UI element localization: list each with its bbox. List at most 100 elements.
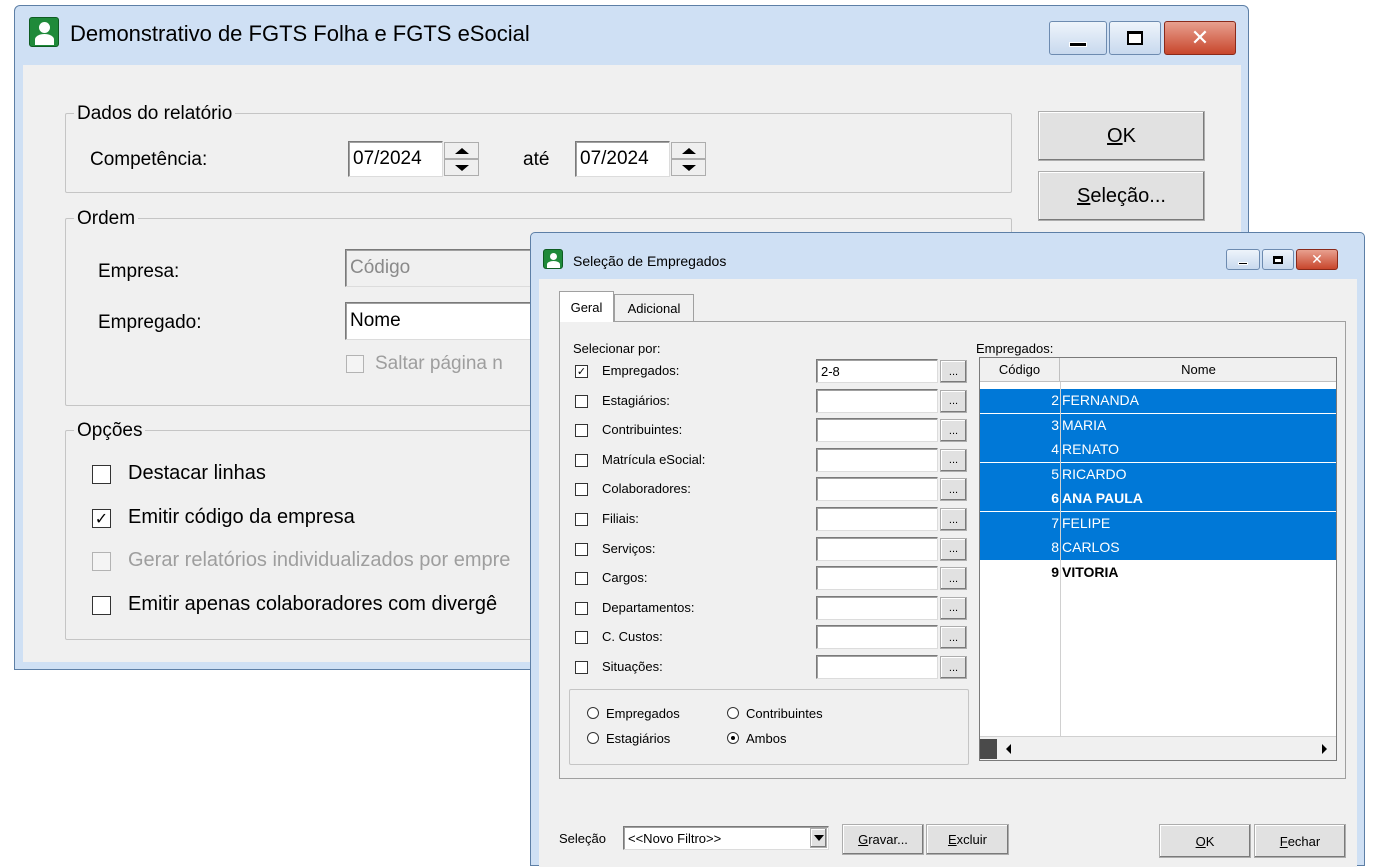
criteria-checkbox[interactable]: ✓ bbox=[575, 365, 588, 378]
criteria-input[interactable] bbox=[816, 536, 938, 561]
criteria-checkbox[interactable] bbox=[575, 631, 588, 645]
criteria-input[interactable] bbox=[816, 507, 938, 531]
radio-estagiarios[interactable] bbox=[587, 732, 599, 744]
employee-grid[interactable]: Código Nome 2 FERNANDA 3 MARIA 4 RENATO 5 RICAR… bbox=[979, 357, 1337, 761]
table-row[interactable]: 3 MARIA bbox=[980, 413, 1336, 438]
dialog-maximize-button[interactable] bbox=[1262, 249, 1294, 270]
criteria-browse-button[interactable]: ... bbox=[940, 567, 967, 591]
radio-ambos[interactable] bbox=[727, 732, 739, 744]
competencia-from-field[interactable]: 07/2024 bbox=[348, 141, 443, 177]
maximize-button[interactable] bbox=[1109, 21, 1161, 55]
dialog-close-button[interactable]: ✕ bbox=[1296, 249, 1338, 270]
excluir-hotkey: E bbox=[947, 832, 957, 847]
criteria-input[interactable] bbox=[816, 595, 938, 620]
dialog-ok-hotkey: O bbox=[1195, 833, 1206, 849]
ok-button[interactable]: OK bbox=[1038, 111, 1205, 161]
empresa-label: Empresa: bbox=[98, 261, 180, 282]
criteria-browse-button[interactable]: ... bbox=[940, 360, 967, 383]
close-icon: ✕ bbox=[1190, 25, 1210, 51]
spin-down-button[interactable] bbox=[671, 159, 706, 176]
competencia-to-spinner[interactable] bbox=[671, 142, 706, 176]
column-header-codigo[interactable]: Código bbox=[980, 358, 1060, 381]
competencia-from-spinner[interactable] bbox=[444, 142, 479, 176]
table-row[interactable]: 2 FERNANDA bbox=[980, 389, 1336, 413]
criteria-checkbox[interactable] bbox=[575, 601, 588, 615]
criteria-row: ✓ Empregados: 2-8... bbox=[539, 359, 969, 385]
criteria-row: Matrícula eSocial:... bbox=[539, 447, 969, 474]
app-icon bbox=[29, 17, 59, 47]
emitir-codigo-empresa-checkbox[interactable]: ✓ bbox=[92, 509, 111, 528]
criteria-checkbox[interactable] bbox=[575, 394, 588, 408]
selecao-button[interactable]: Seleção... bbox=[1038, 171, 1205, 221]
emitir-apenas-divergencia-checkbox[interactable] bbox=[92, 596, 111, 615]
horizontal-scrollbar[interactable] bbox=[980, 736, 1336, 760]
radio-empregados[interactable] bbox=[587, 707, 599, 719]
spin-up-button[interactable] bbox=[444, 142, 479, 159]
fechar-label-rest: echar bbox=[1287, 833, 1321, 849]
criteria-browse-button[interactable]: ... bbox=[940, 656, 967, 679]
criteria-browse-button[interactable]: ... bbox=[940, 508, 967, 531]
dialog-minimize-button[interactable] bbox=[1226, 249, 1260, 270]
criteria-input[interactable] bbox=[816, 447, 938, 472]
table-row[interactable]: 6 ANA PAULA bbox=[980, 487, 1336, 511]
criteria-label: Colaboradores: bbox=[602, 481, 691, 497]
cell-nome: ANA PAULA bbox=[1062, 490, 1143, 506]
excluir-button[interactable]: Excluir bbox=[926, 824, 1009, 855]
cell-codigo: 5 bbox=[1051, 465, 1059, 482]
criteria-input[interactable] bbox=[816, 477, 938, 502]
criteria-browse-button[interactable]: ... bbox=[940, 389, 967, 413]
criteria-browse-button[interactable]: ... bbox=[940, 596, 967, 620]
table-row[interactable]: 8 CARLOS bbox=[980, 536, 1336, 560]
criteria-browse-button[interactable]: ... bbox=[940, 537, 967, 561]
radio-contribuintes[interactable] bbox=[727, 707, 739, 719]
spin-up-button[interactable] bbox=[671, 142, 706, 159]
criteria-label: Matrícula eSocial: bbox=[602, 451, 706, 467]
saltar-pagina-label: Saltar página n bbox=[375, 353, 503, 374]
criteria-checkbox[interactable] bbox=[575, 513, 588, 526]
filter-dropdown-button[interactable] bbox=[810, 828, 827, 848]
gravar-button[interactable]: Gravar... bbox=[842, 824, 924, 855]
criteria-browse-button[interactable]: ... bbox=[940, 478, 967, 502]
filter-select[interactable]: <<Novo Filtro>> bbox=[623, 826, 829, 850]
table-row[interactable]: 5 RICARDO bbox=[980, 462, 1336, 487]
criteria-browse-button[interactable]: ... bbox=[940, 448, 967, 472]
ok-label-rest: K bbox=[1122, 124, 1136, 147]
minimize-button[interactable] bbox=[1049, 21, 1107, 55]
empregado-order-select[interactable]: Nome bbox=[345, 302, 545, 340]
scroll-right-button[interactable] bbox=[1314, 739, 1334, 759]
criteria-checkbox[interactable] bbox=[575, 424, 588, 438]
criteria-browse-button[interactable]: ... bbox=[940, 419, 967, 443]
criteria-checkbox[interactable] bbox=[575, 453, 588, 467]
criteria-input[interactable] bbox=[816, 418, 938, 443]
scrollbar-thumb[interactable] bbox=[980, 739, 997, 759]
close-button[interactable]: ✕ bbox=[1164, 21, 1236, 55]
criteria-input[interactable] bbox=[816, 566, 938, 591]
table-row[interactable]: 4 RENATO bbox=[980, 438, 1336, 462]
criteria-checkbox[interactable] bbox=[575, 572, 588, 586]
criteria-checkbox[interactable] bbox=[575, 542, 588, 556]
competencia-to-field[interactable]: 07/2024 bbox=[575, 141, 670, 177]
destacar-linhas-checkbox[interactable] bbox=[92, 465, 111, 484]
criteria-row: Contribuintes:... bbox=[539, 418, 969, 444]
tab-geral[interactable]: Geral bbox=[559, 291, 614, 322]
spin-down-button[interactable] bbox=[444, 159, 479, 176]
criteria-checkbox[interactable] bbox=[575, 483, 588, 497]
cell-codigo: 4 bbox=[1051, 441, 1059, 457]
scroll-left-button[interactable] bbox=[998, 739, 1018, 759]
criteria-input[interactable] bbox=[816, 625, 938, 650]
criteria-label: Situações: bbox=[602, 659, 663, 674]
criteria-row: Estagiários:... bbox=[539, 388, 969, 415]
fechar-button[interactable]: Fechar bbox=[1254, 824, 1346, 858]
criteria-input[interactable] bbox=[816, 388, 938, 413]
criteria-checkbox[interactable] bbox=[575, 661, 588, 674]
criteria-input[interactable] bbox=[816, 655, 938, 679]
table-row[interactable]: 9 VITORIA bbox=[980, 560, 1336, 585]
table-row[interactable]: 7 FELIPE bbox=[980, 511, 1336, 536]
column-header-nome[interactable]: Nome bbox=[1061, 358, 1336, 381]
tab-adicional[interactable]: Adicional bbox=[614, 294, 694, 321]
cell-nome: FELIPE bbox=[1062, 514, 1111, 531]
criteria-input[interactable]: 2-8 bbox=[816, 359, 938, 383]
dialog-ok-button[interactable]: OK bbox=[1159, 824, 1251, 858]
cell-codigo: 2 bbox=[1051, 392, 1059, 408]
criteria-browse-button[interactable]: ... bbox=[940, 626, 967, 650]
